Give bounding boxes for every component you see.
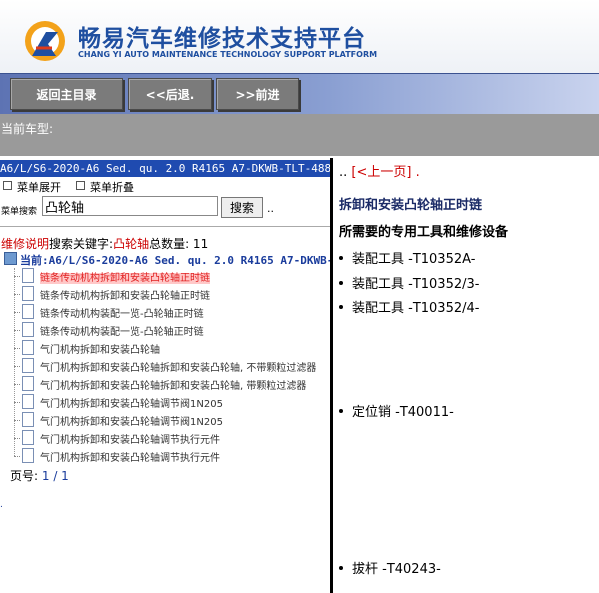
search-dots: .. — [267, 202, 274, 215]
content-title: 拆卸和安装凸轮轴正时链 — [339, 198, 483, 213]
back-button[interactable]: <<后退. — [128, 78, 212, 110]
bullet-icon — [339, 256, 343, 260]
bottom-dot: . — [0, 500, 3, 510]
bullet-icon — [339, 566, 343, 570]
tree-item[interactable]: 链条传动机构装配一览-凸轮轴正时链 — [14, 322, 204, 340]
tree-item[interactable]: 气门机构拆卸和安装凸轮轴调节阀1N205 — [14, 394, 223, 412]
current-car-bar: 当前车型: — [0, 114, 599, 156]
bullet-icon — [339, 281, 343, 285]
tool-item: 装配工具 -T10352/3- — [339, 273, 479, 292]
document-icon — [22, 412, 34, 427]
pager-label: 页号: — [10, 469, 39, 483]
menu-expand-label: 菜单展开 — [17, 181, 61, 194]
tool-item: 拔杆 -T40243- — [339, 558, 441, 577]
tree-root-label: 当前:A6/L/S6-2020-A6 Sed. qu. 2.0 R4165 A7… — [20, 254, 330, 267]
tree-item[interactable]: 气门机构拆卸和安装凸轮轴 — [14, 340, 160, 358]
pager-value[interactable]: 1 / 1 — [42, 469, 69, 483]
cy-logo-icon — [25, 21, 65, 61]
document-icon — [22, 358, 34, 373]
document-icon — [22, 268, 34, 283]
tree-root[interactable]: 当前:A6/L/S6-2020-A6 Sed. qu. 2.0 R4165 A7… — [4, 252, 330, 268]
summary-total: 总数量: 11 — [149, 237, 209, 251]
collapse-icon — [76, 181, 85, 190]
content-panel: .. [<上一页] . 拆卸和安装凸轮轴正时链 所需要的专用工具和维修设备 装配… — [339, 158, 599, 593]
document-icon — [22, 286, 34, 301]
tree-item[interactable]: 链条传动机构拆卸和安装凸轮轴正时链 — [14, 286, 210, 304]
bullet-icon — [339, 409, 343, 413]
tree-item[interactable]: 气门机构拆卸和安装凸轮轴拆卸和安装凸轮轴, 带颗粒过滤器 — [14, 376, 306, 394]
search-label: 菜单搜索 — [1, 207, 38, 217]
current-car-label: 当前车型: — [1, 122, 54, 136]
bullet-icon — [339, 305, 343, 309]
tool-item: 装配工具 -T10352/4- — [339, 297, 479, 316]
summary-keyword: 凸轮轴 — [113, 237, 150, 251]
prev-dots: .. — [339, 165, 348, 180]
tree-item[interactable]: 气门机构拆卸和安装凸轮轴调节阀1N205 — [14, 412, 223, 430]
summary-prefix: 维修说明 — [1, 237, 50, 251]
brand-subtitle: CHANG YI AUTO MAINTENANCE TECHNOLOGY SUP… — [78, 50, 378, 59]
brand-title: 畅易汽车维修技术支持平台 — [78, 26, 366, 52]
tool-item: 定位销 -T40011- — [339, 401, 454, 420]
menu-collapse[interactable]: 菜单折叠 — [76, 179, 134, 195]
document-icon — [22, 304, 34, 319]
nav-bar: 返回主目录 <<后退. >>前进 — [0, 73, 599, 114]
tree-item[interactable]: 链条传动机构拆卸和安装凸轮轴正时链 — [14, 268, 210, 286]
prev-page-link[interactable]: [<上一页] — [351, 165, 411, 180]
tree-item[interactable]: 链条传动机构装配一览-凸轮轴正时链 — [14, 304, 204, 322]
expand-icon — [3, 181, 12, 190]
tree-item[interactable]: 气门机构拆卸和安装凸轮轴调节执行元件 — [14, 430, 220, 448]
menu-collapse-label: 菜单折叠 — [90, 181, 134, 194]
header-banner: 畅易汽车维修技术支持平台 CHANG YI AUTO MAINTENANCE T… — [0, 0, 599, 73]
prev-page-row: .. [<上一页] . — [339, 161, 420, 180]
summary-keyword-label: 搜索关键字: — [49, 237, 114, 251]
forward-button[interactable]: >>前进 — [216, 78, 299, 110]
document-icon — [22, 430, 34, 445]
prev-tail: . — [415, 165, 420, 180]
home-button[interactable]: 返回主目录 — [10, 78, 123, 110]
search-summary: 维修说明搜索关键字:凸轮轴总数量: 11 — [1, 235, 208, 252]
document-icon — [22, 322, 34, 337]
content-subtitle: 所需要的专用工具和维修设备 — [339, 225, 509, 240]
search-button[interactable]: 搜索 — [221, 197, 263, 218]
computer-icon — [4, 252, 17, 265]
document-icon — [22, 394, 34, 409]
tool-item: 装配工具 -T10352A- — [339, 248, 475, 267]
left-panel: A6/L/S6-2020-A6 Sed. qu. 2.0 R4165 A7-DK… — [0, 158, 330, 593]
model-title-bar: A6/L/S6-2020-A6 Sed. qu. 2.0 R4165 A7-DK… — [0, 160, 330, 177]
pager: 页号: 1 / 1 — [10, 467, 69, 484]
menu-expand[interactable]: 菜单展开 — [3, 179, 61, 195]
search-input[interactable] — [42, 196, 218, 216]
document-icon — [22, 340, 34, 355]
tree-item[interactable]: 气门机构拆卸和安装凸轮轴拆卸和安装凸轮轴, 不带颗粒过滤器 — [14, 358, 316, 376]
document-icon — [22, 448, 34, 463]
divider-line — [0, 226, 330, 227]
panel-divider[interactable] — [330, 158, 333, 593]
tree-item[interactable]: 气门机构拆卸和安装凸轮轴调节执行元件 — [14, 448, 220, 466]
document-icon — [22, 376, 34, 391]
